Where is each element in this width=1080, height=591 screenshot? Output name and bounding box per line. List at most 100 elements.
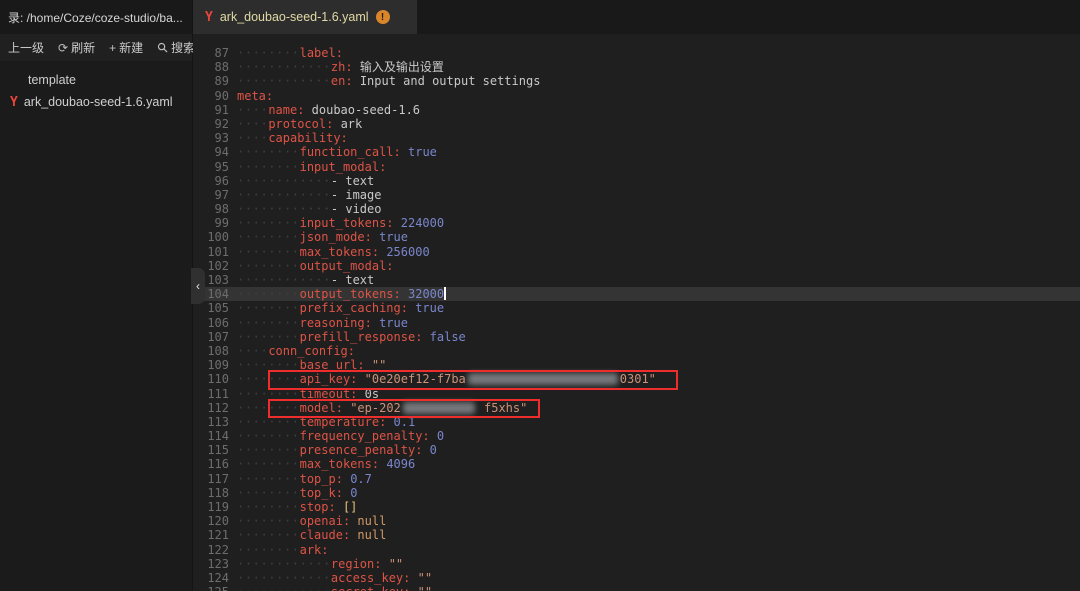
whitespace-dots: ········ (237, 46, 300, 60)
code-line[interactable]: 109 ········base_url: "" (193, 358, 1080, 372)
whitespace-dots: ········ (237, 244, 300, 259)
token-key: label: (299, 46, 343, 60)
token-key: zh: (330, 60, 353, 75)
whitespace-dots: ········ (237, 145, 300, 160)
code-line[interactable]: 107 ········prefill_response: false (193, 330, 1080, 344)
whitespace-dots: ········ (237, 471, 300, 486)
code-line[interactable]: 96 ············- text (193, 174, 1080, 188)
code-line[interactable]: 103 ············- text (193, 273, 1080, 287)
code-line[interactable]: 91 ····name: doubao-seed-1.6 (193, 103, 1080, 117)
code-line[interactable]: 97 ············- image (193, 188, 1080, 202)
whitespace-dots: ········ (237, 485, 300, 500)
current-directory-path: 录: /home/Coze/coze-studio/ba... (0, 0, 193, 34)
whitespace-dots: ········ (237, 258, 300, 273)
code-line[interactable]: 98 ············- video (193, 202, 1080, 216)
token-num: 32000 (400, 287, 445, 302)
token-num: 0 (429, 429, 445, 444)
code-line[interactable]: 101 ········max_tokens: 256000 (193, 245, 1080, 259)
code-line[interactable]: 120 ········openai: null (193, 514, 1080, 528)
token-key: name: (268, 102, 305, 117)
code-line[interactable]: 119 ········stop: [] (193, 500, 1080, 514)
whitespace-dots: ········ (237, 500, 300, 514)
token-str: f5xhs" (476, 400, 528, 415)
token-key: frequency_penalty: (299, 429, 430, 444)
token-key: output_modal: (299, 258, 394, 273)
code-line[interactable]: 100 ········json_mode: true (193, 230, 1080, 244)
line-number: 119 (207, 500, 229, 514)
line-number: 95 (214, 159, 229, 174)
token-key: meta: (237, 88, 274, 103)
whitespace-dots: ········ (237, 443, 300, 458)
code-line[interactable]: 116 ········max_tokens: 4096 (193, 457, 1080, 471)
token-key: input_tokens: (299, 216, 394, 231)
token-key: max_tokens: (299, 244, 380, 259)
whitespace-dots: ········ (237, 287, 300, 302)
code-line[interactable]: 113 ········temperature: 0.1 (193, 415, 1080, 429)
refresh-label: 刷新 (71, 41, 96, 55)
line-number: 101 (207, 244, 229, 259)
token-num: 224000 (393, 216, 445, 231)
code-line[interactable]: 108 ····conn_config: (193, 344, 1080, 358)
code-line[interactable]: 95 ········input_modal: (193, 160, 1080, 174)
line-number: 124 (207, 570, 229, 585)
whitespace-dots: ········ (237, 528, 300, 543)
whitespace-dots: ········ (237, 514, 300, 529)
code-line[interactable]: 114 ········frequency_penalty: 0 (193, 429, 1080, 443)
whitespace-dots: ············ (237, 74, 331, 89)
code-line[interactable]: 110 ········api_key: "0e20ef12-f7ba 0301" (193, 372, 1080, 386)
code-line[interactable]: 87 ········label: (193, 46, 1080, 60)
code-line[interactable]: 88 ············zh: 输入及输出设置 (193, 60, 1080, 74)
token-str: "ep-202 (342, 400, 401, 415)
token-key: input_modal: (299, 159, 387, 174)
code-line[interactable]: 118 ········top_k: 0 (193, 486, 1080, 500)
code-line[interactable]: 115 ········presence_penalty: 0 (193, 443, 1080, 457)
file-label: ark_doubao-seed-1.6.yaml (23, 95, 173, 109)
whitespace-dots: ········ (237, 457, 300, 472)
whitespace-dots: ········ (237, 301, 300, 316)
code-line[interactable]: 122 ········ark: (193, 543, 1080, 557)
code-line[interactable]: 123 ············region: "" (193, 557, 1080, 571)
line-number: 92 (214, 116, 229, 131)
token-key: access_key: (330, 570, 411, 585)
code-line[interactable]: 89 ············en: Input and output setti… (193, 74, 1080, 88)
collapse-sidebar-handle[interactable]: ‹ (191, 268, 205, 304)
code-line[interactable]: 125 ············secret_key: "" (193, 585, 1080, 591)
code-line[interactable]: 111 ········timeout: 0s (193, 387, 1080, 401)
line-number: 107 (207, 329, 229, 344)
code-line[interactable]: 94 ········function_call: true (193, 145, 1080, 159)
line-number: 117 (207, 471, 229, 486)
code-line[interactable]: 105 ········prefix_caching: true (193, 301, 1080, 315)
code-line[interactable]: 90 meta: (193, 89, 1080, 103)
search-button[interactable]: 搜索 (157, 39, 195, 56)
code-line[interactable]: 121 ········claude: null (193, 528, 1080, 542)
folder-label: template (28, 73, 76, 87)
refresh-button[interactable]: ⟳ 刷新 (58, 39, 95, 56)
token-num: 0 (342, 485, 358, 500)
up-level-button[interactable]: 上一级 (8, 39, 44, 56)
whitespace-dots: ········ (237, 329, 300, 344)
code-editor[interactable]: 87 ········label: 88 ············zh: 输入及输出设… (193, 34, 1080, 591)
code-line[interactable]: 112 ········model: "ep-202 f5xhs" (193, 401, 1080, 415)
token-dash: - (330, 202, 346, 217)
code-line[interactable]: 124 ············access_key: "" (193, 571, 1080, 585)
whitespace-dots: ········ (237, 429, 300, 444)
whitespace-dots: ···· (237, 102, 269, 117)
tree-item-ark-doubao-yaml[interactable]: Y ark_doubao-seed-1.6.yaml (0, 91, 192, 113)
code-line[interactable]: 99 ········input_tokens: 224000 (193, 216, 1080, 230)
file-tree: template Y ark_doubao-seed-1.6.yaml (0, 61, 192, 113)
code-line[interactable]: 92 ····protocol: ark (193, 117, 1080, 131)
tree-item-template[interactable]: template (0, 69, 192, 91)
code-line[interactable]: 102 ········output_modal: (193, 259, 1080, 273)
token-key: function_call: (299, 145, 401, 160)
code-line[interactable]: 106 ········reasoning: true (193, 316, 1080, 330)
token-val: text (345, 173, 375, 188)
tab-ark-doubao-yaml[interactable]: Y ark_doubao-seed-1.6.yaml ! (193, 0, 417, 34)
whitespace-dots: ············ (237, 556, 331, 571)
code-line[interactable]: 93 ····capability: (193, 131, 1080, 145)
whitespace-dots: ········ (237, 230, 300, 245)
new-file-button[interactable]: + 新建 (109, 39, 143, 56)
code-line[interactable]: 117 ········top_p: 0.7 (193, 472, 1080, 486)
code-line[interactable]: 104 ········output_tokens: 32000 (193, 287, 1080, 302)
line-number: 94 (214, 145, 229, 160)
whitespace-dots: ············ (237, 187, 331, 202)
